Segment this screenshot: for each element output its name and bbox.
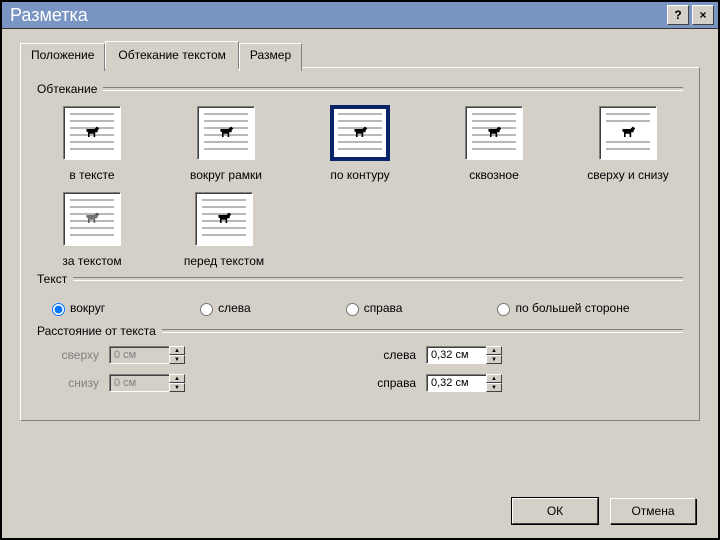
radio-largest[interactable]: по большей стороне [492, 300, 629, 316]
radio-around-input[interactable] [52, 303, 65, 316]
tab-page: Обтекание в тексте вокруг рамки [20, 67, 700, 421]
spin-down-icon[interactable]: ▼ [486, 383, 502, 392]
wrap-inline[interactable]: в тексте [37, 106, 147, 182]
wrap-through-label: сквозное [439, 168, 549, 182]
text-side-radios: вокруг слева справа по большей стороне [47, 300, 679, 316]
radio-largest-input[interactable] [497, 303, 510, 316]
wrap-inline-label: в тексте [37, 168, 147, 182]
dist-top-label: сверху [43, 348, 99, 362]
group-distance: Расстояние от текста [37, 324, 683, 338]
distance-grid: сверху ▲▼ слева ▲▼ снизу [37, 346, 683, 402]
radio-left-input[interactable] [200, 303, 213, 316]
wrap-topbottom[interactable]: сверху и снизу [573, 106, 683, 182]
radio-left[interactable]: слева [195, 300, 251, 316]
tab-position[interactable]: Положение [20, 43, 105, 71]
dog-icon [82, 124, 102, 140]
dist-bottom-input [109, 374, 169, 392]
tab-strip: Положение Обтекание текстом Размер [20, 41, 700, 69]
spin-up-icon[interactable]: ▲ [486, 374, 502, 383]
spin-up-icon[interactable]: ▲ [169, 374, 185, 383]
radio-right-input[interactable] [346, 303, 359, 316]
wrap-square[interactable]: вокруг рамки [171, 106, 281, 182]
spin-up-icon[interactable]: ▲ [169, 346, 185, 355]
titlebar: Разметка ? × [2, 2, 718, 29]
wrap-front-label: перед текстом [169, 254, 279, 268]
wrap-through[interactable]: сквозное [439, 106, 549, 182]
tab-wrapping[interactable]: Обтекание текстом [105, 41, 238, 69]
wrap-behind[interactable]: за текстом [37, 192, 147, 268]
dog-icon [82, 210, 102, 226]
spin-down-icon[interactable]: ▼ [486, 355, 502, 364]
wrap-options-row2: за текстом перед текстом [37, 192, 683, 268]
dist-top-spinner[interactable]: ▲▼ [109, 346, 189, 364]
wrap-square-label: вокруг рамки [171, 168, 281, 182]
dialog-window: Разметка ? × Положение Обтекание текстом… [0, 0, 720, 540]
dog-icon [216, 124, 236, 140]
dist-left-label: слева [360, 348, 416, 362]
group-distance-label: Расстояние от текста [37, 324, 162, 338]
wrap-topbottom-label: сверху и снизу [573, 168, 683, 182]
wrap-tight[interactable]: по контуру [305, 106, 415, 182]
radio-around[interactable]: вокруг [47, 300, 105, 316]
close-button[interactable]: × [692, 5, 714, 25]
ok-button[interactable]: ОК [512, 498, 598, 524]
dist-right-spinner[interactable]: ▲▼ [426, 374, 506, 392]
dog-icon [214, 210, 234, 226]
dist-top-input [109, 346, 169, 364]
group-text: Текст [37, 272, 683, 286]
dog-icon [484, 124, 504, 140]
window-title: Разметка [6, 5, 664, 26]
wrap-behind-label: за текстом [37, 254, 147, 268]
group-wrapping: Обтекание [37, 82, 683, 96]
group-wrapping-label: Обтекание [37, 82, 103, 96]
dist-bottom-spinner[interactable]: ▲▼ [109, 374, 189, 392]
group-text-label: Текст [37, 272, 73, 286]
spin-up-icon[interactable]: ▲ [486, 346, 502, 355]
wrap-front[interactable]: перед текстом [169, 192, 279, 268]
tab-size[interactable]: Размер [239, 43, 302, 71]
dialog-buttons: ОК Отмена [512, 498, 696, 524]
spin-down-icon[interactable]: ▼ [169, 355, 185, 364]
cancel-button[interactable]: Отмена [610, 498, 696, 524]
help-button[interactable]: ? [667, 5, 689, 25]
wrap-options-row1: в тексте вокруг рамки по контуру [37, 106, 683, 182]
dist-left-spinner[interactable]: ▲▼ [426, 346, 506, 364]
dog-icon [350, 124, 370, 140]
dist-right-input[interactable] [426, 374, 486, 392]
dog-icon [618, 124, 638, 140]
wrap-tight-label: по контуру [305, 168, 415, 182]
dist-left-input[interactable] [426, 346, 486, 364]
dist-bottom-label: снизу [43, 376, 99, 390]
radio-right[interactable]: справа [341, 300, 403, 316]
dist-right-label: справа [360, 376, 416, 390]
spin-down-icon[interactable]: ▼ [169, 383, 185, 392]
